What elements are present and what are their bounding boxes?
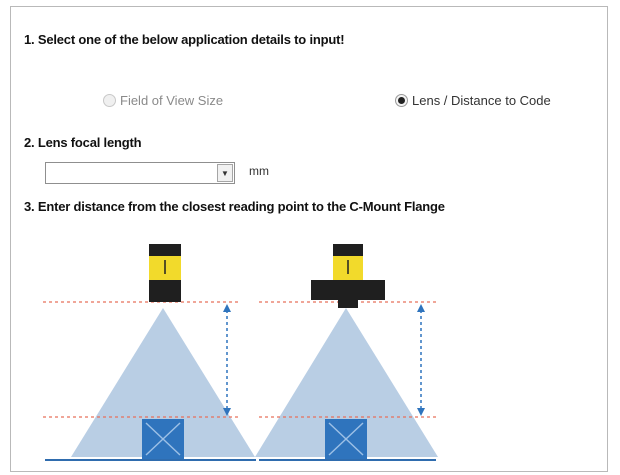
step1-heading: 1. Select one of the below application d… — [24, 32, 345, 47]
radio-button-icon — [103, 94, 116, 107]
camera-with-lens-icon-right — [311, 244, 385, 308]
radio-label-lens-distance: Lens / Distance to Code — [412, 93, 551, 108]
radio-field-of-view[interactable]: Field of View Size — [103, 93, 223, 108]
distance-arrow-left — [223, 304, 231, 416]
distance-arrow-right — [417, 304, 425, 416]
chevron-down-icon[interactable]: ▼ — [217, 164, 233, 182]
distance-diagram — [43, 244, 438, 461]
target-box-right — [325, 419, 367, 459]
step2-heading: 2. Lens focal length — [24, 135, 142, 150]
target-box-left — [142, 419, 184, 459]
camera-icon-left — [149, 244, 181, 302]
radio-lens-distance[interactable]: Lens / Distance to Code — [395, 93, 551, 108]
radio-button-selected-icon — [395, 94, 408, 107]
step3-heading: 3. Enter distance from the closest readi… — [24, 199, 445, 214]
radio-label-field-of-view: Field of View Size — [120, 93, 224, 108]
focal-length-combobox[interactable]: ▼ — [45, 162, 235, 184]
focal-length-unit: mm — [249, 164, 269, 178]
